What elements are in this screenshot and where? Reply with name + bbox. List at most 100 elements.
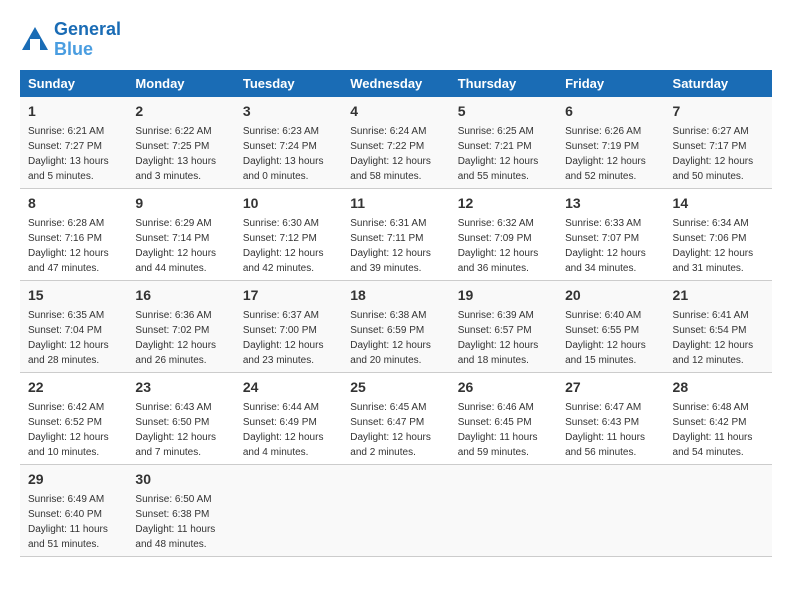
day-number: 23 xyxy=(135,377,226,398)
day-info-line: Sunrise: 6:29 AM xyxy=(135,216,226,231)
day-info-line: Sunset: 7:04 PM xyxy=(28,323,119,338)
calendar-cell: 5Sunrise: 6:25 AMSunset: 7:21 PMDaylight… xyxy=(450,97,557,189)
calendar-cell: 28Sunrise: 6:48 AMSunset: 6:42 PMDayligh… xyxy=(665,372,772,464)
day-info-line: Sunrise: 6:32 AM xyxy=(458,216,549,231)
calendar-cell: 26Sunrise: 6:46 AMSunset: 6:45 PMDayligh… xyxy=(450,372,557,464)
day-info-line: and 2 minutes. xyxy=(350,445,441,460)
day-number: 19 xyxy=(458,285,549,306)
day-info-line: Daylight: 12 hours xyxy=(243,246,334,261)
day-info-line: Daylight: 12 hours xyxy=(350,430,441,445)
calendar-cell: 27Sunrise: 6:47 AMSunset: 6:43 PMDayligh… xyxy=(557,372,664,464)
day-info-line: Sunrise: 6:30 AM xyxy=(243,216,334,231)
day-info-line: Sunset: 7:17 PM xyxy=(673,139,764,154)
day-info-line: Sunset: 7:27 PM xyxy=(28,139,119,154)
calendar-cell xyxy=(450,464,557,556)
day-number: 20 xyxy=(565,285,656,306)
day-info-line: Sunset: 6:55 PM xyxy=(565,323,656,338)
day-info-line: Sunrise: 6:39 AM xyxy=(458,308,549,323)
day-info-line: Sunset: 7:11 PM xyxy=(350,231,441,246)
day-info-line: Sunrise: 6:50 AM xyxy=(135,492,226,507)
day-info-line: and 26 minutes. xyxy=(135,353,226,368)
calendar-cell: 8Sunrise: 6:28 AMSunset: 7:16 PMDaylight… xyxy=(20,188,127,280)
calendar-cell: 17Sunrise: 6:37 AMSunset: 7:00 PMDayligh… xyxy=(235,280,342,372)
day-header-wednesday: Wednesday xyxy=(342,70,449,97)
calendar-cell: 19Sunrise: 6:39 AMSunset: 6:57 PMDayligh… xyxy=(450,280,557,372)
day-info-line: Sunrise: 6:37 AM xyxy=(243,308,334,323)
day-info-line: Sunrise: 6:24 AM xyxy=(350,124,441,139)
day-info-line: Sunrise: 6:31 AM xyxy=(350,216,441,231)
day-info-line: and 44 minutes. xyxy=(135,261,226,276)
day-info-line: and 18 minutes. xyxy=(458,353,549,368)
day-info-line: and 54 minutes. xyxy=(673,445,764,460)
day-number: 3 xyxy=(243,101,334,122)
calendar-cell: 22Sunrise: 6:42 AMSunset: 6:52 PMDayligh… xyxy=(20,372,127,464)
day-info-line: Daylight: 12 hours xyxy=(673,338,764,353)
day-info-line: Daylight: 12 hours xyxy=(565,246,656,261)
calendar-table: SundayMondayTuesdayWednesdayThursdayFrid… xyxy=(20,70,772,557)
day-number: 15 xyxy=(28,285,119,306)
calendar-cell: 4Sunrise: 6:24 AMSunset: 7:22 PMDaylight… xyxy=(342,97,449,189)
page-header: General Blue xyxy=(20,20,772,60)
day-info-line: and 39 minutes. xyxy=(350,261,441,276)
calendar-body: 1Sunrise: 6:21 AMSunset: 7:27 PMDaylight… xyxy=(20,97,772,557)
calendar-cell: 16Sunrise: 6:36 AMSunset: 7:02 PMDayligh… xyxy=(127,280,234,372)
day-info-line: and 51 minutes. xyxy=(28,537,119,552)
day-number: 22 xyxy=(28,377,119,398)
day-number: 28 xyxy=(673,377,764,398)
day-info-line: and 15 minutes. xyxy=(565,353,656,368)
day-info-line: Sunset: 7:06 PM xyxy=(673,231,764,246)
day-number: 26 xyxy=(458,377,549,398)
day-info-line: and 20 minutes. xyxy=(350,353,441,368)
day-number: 16 xyxy=(135,285,226,306)
day-number: 30 xyxy=(135,469,226,490)
day-info-line: Sunset: 7:09 PM xyxy=(458,231,549,246)
day-info-line: Sunset: 6:49 PM xyxy=(243,415,334,430)
day-info-line: and 5 minutes. xyxy=(28,169,119,184)
day-info-line: and 10 minutes. xyxy=(28,445,119,460)
calendar-cell xyxy=(557,464,664,556)
day-info-line: and 7 minutes. xyxy=(135,445,226,460)
day-info-line: and 3 minutes. xyxy=(135,169,226,184)
logo: General Blue xyxy=(20,20,121,60)
day-info-line: and 47 minutes. xyxy=(28,261,119,276)
day-info-line: Sunset: 7:16 PM xyxy=(28,231,119,246)
day-info-line: Sunrise: 6:35 AM xyxy=(28,308,119,323)
day-info-line: Daylight: 12 hours xyxy=(458,154,549,169)
day-info-line: and 52 minutes. xyxy=(565,169,656,184)
day-info-line: Sunset: 6:59 PM xyxy=(350,323,441,338)
day-info-line: Daylight: 12 hours xyxy=(243,430,334,445)
logo-line2: Blue xyxy=(54,39,93,59)
day-info-line: Daylight: 12 hours xyxy=(458,338,549,353)
day-number: 10 xyxy=(243,193,334,214)
day-info-line: Daylight: 11 hours xyxy=(565,430,656,445)
calendar-cell: 6Sunrise: 6:26 AMSunset: 7:19 PMDaylight… xyxy=(557,97,664,189)
day-number: 13 xyxy=(565,193,656,214)
day-info-line: Daylight: 12 hours xyxy=(135,338,226,353)
calendar-cell: 2Sunrise: 6:22 AMSunset: 7:25 PMDaylight… xyxy=(127,97,234,189)
day-info-line: Sunrise: 6:46 AM xyxy=(458,400,549,415)
calendar-cell: 3Sunrise: 6:23 AMSunset: 7:24 PMDaylight… xyxy=(235,97,342,189)
day-info-line: Sunrise: 6:34 AM xyxy=(673,216,764,231)
day-info-line: Sunrise: 6:40 AM xyxy=(565,308,656,323)
day-info-line: Sunrise: 6:48 AM xyxy=(673,400,764,415)
day-info-line: and 42 minutes. xyxy=(243,261,334,276)
day-number: 17 xyxy=(243,285,334,306)
day-info-line: and 4 minutes. xyxy=(243,445,334,460)
day-number: 14 xyxy=(673,193,764,214)
day-info-line: Sunset: 7:25 PM xyxy=(135,139,226,154)
calendar-header: SundayMondayTuesdayWednesdayThursdayFrid… xyxy=(20,70,772,97)
calendar-cell: 10Sunrise: 6:30 AMSunset: 7:12 PMDayligh… xyxy=(235,188,342,280)
calendar-cell: 12Sunrise: 6:32 AMSunset: 7:09 PMDayligh… xyxy=(450,188,557,280)
calendar-cell: 23Sunrise: 6:43 AMSunset: 6:50 PMDayligh… xyxy=(127,372,234,464)
day-info-line: Sunrise: 6:25 AM xyxy=(458,124,549,139)
calendar-cell: 11Sunrise: 6:31 AMSunset: 7:11 PMDayligh… xyxy=(342,188,449,280)
day-number: 11 xyxy=(350,193,441,214)
day-info-line: and 23 minutes. xyxy=(243,353,334,368)
day-info-line: Sunrise: 6:36 AM xyxy=(135,308,226,323)
day-info-line: Daylight: 12 hours xyxy=(28,246,119,261)
day-info-line: and 55 minutes. xyxy=(458,169,549,184)
day-info-line: Daylight: 12 hours xyxy=(673,246,764,261)
day-info-line: Daylight: 12 hours xyxy=(565,154,656,169)
day-info-line: and 58 minutes. xyxy=(350,169,441,184)
day-number: 25 xyxy=(350,377,441,398)
